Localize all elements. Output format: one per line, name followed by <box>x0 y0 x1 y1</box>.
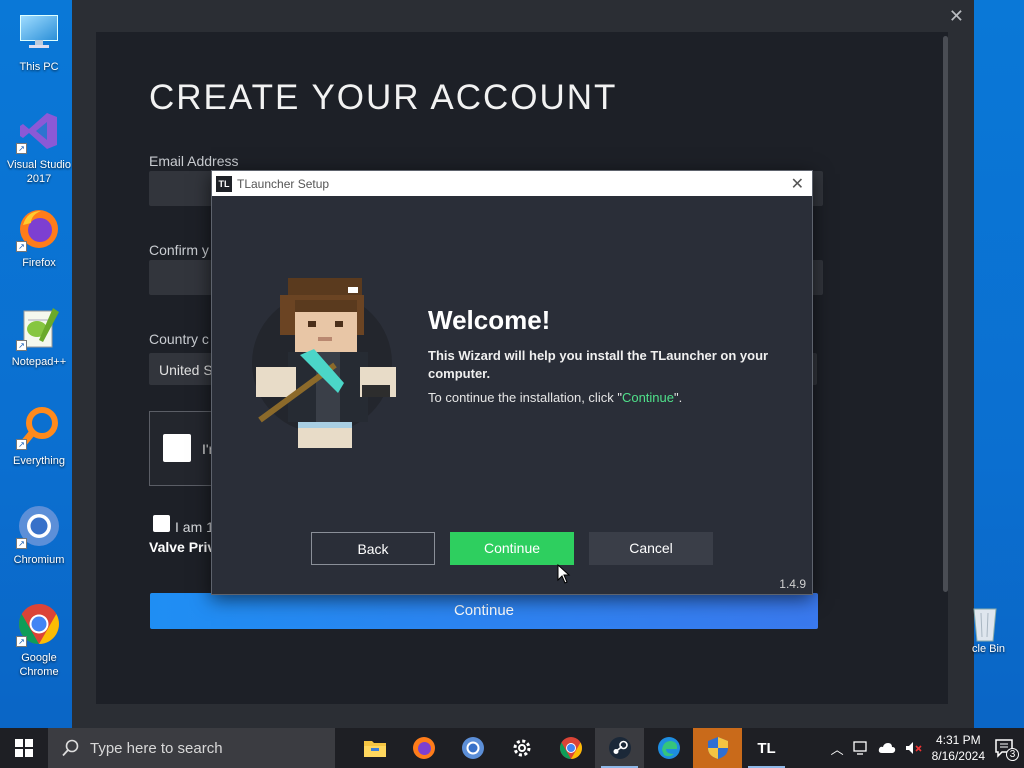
edge-icon <box>657 737 680 759</box>
clock-date: 8/16/2024 <box>931 749 985 763</box>
desktop-icon-recycle-bin[interactable]: cle Bin <box>962 603 1024 655</box>
taskbar-chromium[interactable] <box>448 728 497 768</box>
steam-continue-button[interactable]: Continue <box>150 593 818 629</box>
shortcut-arrow-icon: ↗ <box>16 439 27 450</box>
minecraft-character-illustration <box>240 275 410 455</box>
desktop-icon-label: Everything <box>13 455 65 467</box>
dialog-titlebar[interactable]: TL TLauncher Setup ✕ <box>212 171 812 196</box>
clock-time: 4:31 PM <box>935 733 981 747</box>
desktop-icon-label: Visual Studio 2017 <box>6 159 71 185</box>
email-label: Email Address <box>149 153 239 169</box>
action-center-button[interactable]: 3 <box>994 737 1019 761</box>
notification-count: 3 <box>1006 748 1019 761</box>
dialog-title: TLauncher Setup <box>237 176 330 191</box>
onedrive-cloud-icon[interactable] <box>878 742 896 754</box>
taskbar-settings[interactable] <box>497 728 546 768</box>
wizard-instruction-text: To continue the installation, click "Con… <box>428 390 798 405</box>
taskbar-steam[interactable] <box>595 728 644 768</box>
page-title: CREATE YOUR ACCOUNT <box>149 78 618 117</box>
taskbar-clock[interactable]: 4:31 PM 8/16/2024 <box>932 732 985 764</box>
captcha-checkbox[interactable] <box>163 434 191 462</box>
steam-scrollbar[interactable] <box>943 36 948 592</box>
taskbar-edge[interactable] <box>644 728 693 768</box>
desktop-icon-notepad-plus-plus[interactable]: ↗ Notepad++ <box>2 305 76 369</box>
instruction-suffix: ". <box>674 390 683 405</box>
start-button[interactable] <box>0 728 48 768</box>
back-button[interactable]: Back <box>311 532 435 565</box>
desktop-icon-label: Google Chrome <box>19 652 59 678</box>
chromium-icon <box>461 737 484 759</box>
desktop-icon-label: Firefox <box>22 257 56 269</box>
windows-logo-icon <box>15 739 33 757</box>
welcome-heading: Welcome! <box>428 305 551 335</box>
instruction-continue-highlight: Continue <box>621 390 674 405</box>
search-placeholder: Type here to search <box>90 739 223 757</box>
desktop-icon-this-pc[interactable]: This PC <box>2 10 76 74</box>
shortcut-arrow-icon: ↗ <box>16 340 27 351</box>
desktop-icon-everything[interactable]: ↗ Everything <box>2 404 76 468</box>
wizard-intro-text: This Wizard will help you install the TL… <box>428 348 769 381</box>
instruction-prefix: To continue the installation, click " <box>428 390 622 405</box>
age-label: I am 1 <box>175 519 214 535</box>
google-chrome-icon: ↗ <box>16 601 62 647</box>
country-value: United S <box>159 362 213 378</box>
desktop-icon-label: Chromium <box>13 554 65 566</box>
continue-button[interactable]: Continue <box>450 532 574 565</box>
notepad-plus-plus-icon: ↗ <box>16 305 62 351</box>
firefox-icon <box>412 737 435 759</box>
steam-close-icon[interactable]: ✕ <box>949 6 964 27</box>
shortcut-arrow-icon: ↗ <box>16 143 27 154</box>
taskbar-apps: TL <box>350 728 791 768</box>
visual-studio-icon: ↗ <box>16 108 62 154</box>
taskbar-search-box[interactable]: Type here to search <box>48 728 335 768</box>
setup-shield-icon <box>707 737 728 759</box>
chrome-icon <box>559 737 582 759</box>
tlauncher-icon: TL <box>757 739 776 757</box>
tlauncher-logo-icon: TL <box>216 175 232 192</box>
firefox-icon: ↗ <box>16 206 62 252</box>
tray-chevron-up-icon[interactable]: ︿ <box>831 739 844 758</box>
country-label: Country c <box>149 331 209 347</box>
mouse-cursor-icon <box>557 563 571 589</box>
version-label: 1.4.9 <box>779 577 806 591</box>
tlauncher-setup-dialog: TL TLauncher Setup ✕ Welcome! This Wizar… <box>211 170 813 595</box>
desktop-icon-google-chrome[interactable]: ↗ Google Chrome <box>2 601 76 679</box>
chromium-icon: ↗ <box>16 503 62 549</box>
desktop-icon-label: This PC <box>19 61 59 73</box>
desktop-icon-label: cle Bin <box>972 643 1006 655</box>
this-pc-icon <box>16 10 62 56</box>
everything-search-icon: ↗ <box>16 404 62 450</box>
taskbar-tlauncher[interactable]: TL <box>742 728 791 768</box>
taskbar-file-explorer[interactable] <box>350 728 399 768</box>
shortcut-arrow-icon: ↗ <box>16 538 27 549</box>
taskbar: Type here to search TL ︿ 4:31 PM 8/16/20… <box>0 728 1024 768</box>
taskbar-firefox[interactable] <box>399 728 448 768</box>
confirm-email-label: Confirm y <box>149 242 209 258</box>
volume-muted-icon[interactable] <box>905 741 923 755</box>
shortcut-arrow-icon: ↗ <box>16 241 27 252</box>
file-explorer-icon <box>363 741 386 757</box>
desktop-icon-visual-studio[interactable]: ↗ Visual Studio 2017 <box>2 108 76 186</box>
recycle-bin-icon <box>970 603 1000 643</box>
network-icon[interactable] <box>852 741 869 755</box>
shortcut-arrow-icon: ↗ <box>16 636 27 647</box>
settings-icon <box>513 739 530 757</box>
valve-privacy-text: Valve Priv <box>149 539 216 555</box>
steam-icon <box>608 737 631 759</box>
system-tray: ︿ 4:31 PM 8/16/2024 3 <box>831 732 1024 764</box>
age-checkbox[interactable] <box>153 515 170 532</box>
cancel-button[interactable]: Cancel <box>589 532 713 565</box>
desktop-icon-label: Notepad++ <box>11 356 67 368</box>
desktop-icon-firefox[interactable]: ↗ Firefox <box>2 206 76 270</box>
desktop-icon-chromium[interactable]: ↗ Chromium <box>2 503 76 567</box>
search-icon <box>62 739 79 757</box>
taskbar-chrome[interactable] <box>546 728 595 768</box>
taskbar-setup-installer[interactable] <box>693 728 742 768</box>
dialog-close-icon[interactable]: ✕ <box>791 174 804 194</box>
